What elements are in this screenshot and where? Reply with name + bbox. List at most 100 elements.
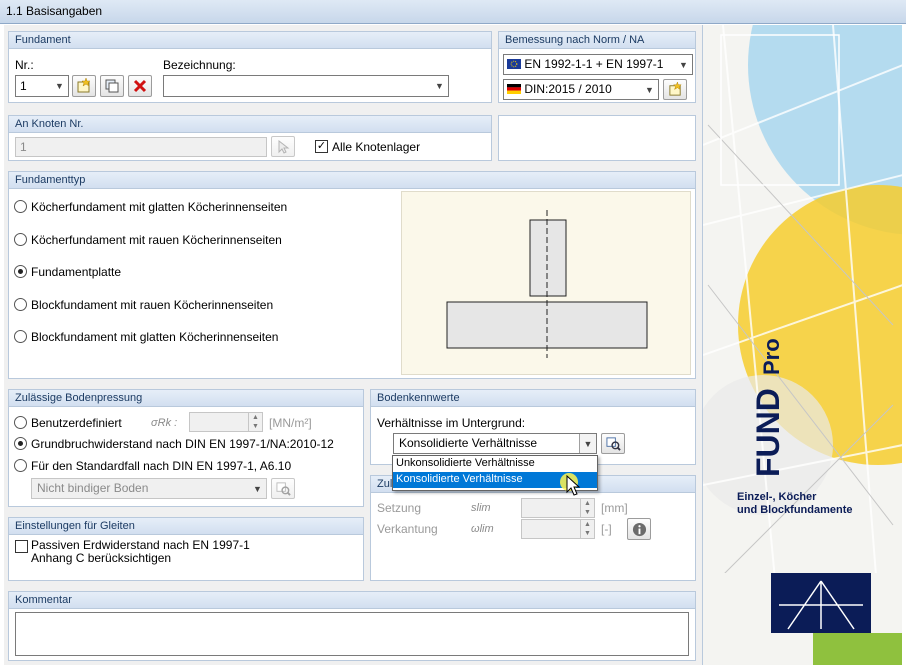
boden-value: Nicht bindiger Boden: [37, 481, 149, 495]
user-defined-label: Benutzerdefiniert: [31, 416, 122, 430]
main-content: Fundament Nr.: 1 ▼ Bezeichnung: ▼ Bemess…: [4, 25, 902, 665]
bezeichnung-label: Bezeichnung:: [163, 58, 236, 72]
bodenpressung-header: Zulässige Bodenpressung: [9, 390, 363, 407]
boden-details-button[interactable]: [271, 478, 295, 499]
bezeichnung-select[interactable]: ▼: [163, 75, 449, 97]
chevron-down-icon[interactable]: ▼: [249, 479, 266, 498]
chevron-down-icon[interactable]: ▼: [641, 80, 658, 99]
nr-label: Nr.:: [15, 58, 34, 72]
passive-earth-checkbox[interactable]: [15, 540, 28, 553]
fund-pro-logo: FUND Pro: [750, 338, 786, 477]
fundamenttyp-radio-2[interactable]: [14, 265, 27, 278]
chevron-down-icon[interactable]: ▼: [431, 76, 448, 96]
standardfall-label: Für den Standardfall nach DIN EN 1997-1,…: [31, 459, 292, 473]
all-nodes-checkbox[interactable]: ✓: [315, 140, 328, 153]
window-title: 1.1 Basisangaben: [0, 0, 906, 24]
eu-flag-icon: [507, 59, 521, 69]
bodenkennwerte-panel: Bodenkennwerte Verhältnisse im Untergrun…: [370, 389, 696, 465]
standard-value: EN 1992-1-1 + EN 1997-1: [524, 57, 664, 71]
fundament-header: Fundament: [9, 32, 491, 49]
kommentar-input[interactable]: [15, 612, 689, 656]
setzung-symbol: slim: [471, 502, 491, 514]
setzung-label: Setzung: [377, 501, 422, 515]
copy-icon: [105, 79, 119, 93]
standard-select[interactable]: EN 1992-1-1 + EN 1997-1 ▼: [503, 54, 693, 75]
foundation-preview: [401, 191, 691, 375]
brand-subtitle-1: Einzel-, Köcher: [737, 491, 817, 503]
annex-select[interactable]: DIN:2015 / 2010 ▼: [503, 79, 659, 100]
untergrund-details-button[interactable]: [601, 433, 625, 454]
norm-panel: Bemessung nach Norm / NA EN 1992-1-1 + E…: [498, 31, 696, 103]
user-defined-radio[interactable]: [14, 416, 27, 429]
sigma-rk-input[interactable]: ▲ ▼: [189, 412, 263, 432]
fundamenttyp-header: Fundamenttyp: [9, 172, 695, 189]
nr-value: 1: [20, 79, 27, 93]
info-button[interactable]: [627, 518, 651, 540]
verkantung-input[interactable]: ▲ ▼: [521, 519, 595, 539]
delete-icon: [133, 79, 147, 93]
fundamenttyp-label-2: Fundamentplatte: [31, 265, 122, 279]
magnifier-table-icon: [605, 437, 621, 451]
verkantung-symbol: ωlim: [471, 523, 494, 535]
fund-pro-brand-panel: FUND Pro Einzel-, Köcher und Blockfundam…: [702, 25, 902, 665]
knoten-input[interactable]: 1: [15, 137, 267, 157]
brand-subtitle: Einzel-, Köcher und Blockfundamente: [737, 491, 853, 517]
kommentar-panel: Kommentar: [8, 591, 696, 661]
fundamenttyp-panel: Fundamenttyp Köcherfundament mit glatten…: [8, 171, 696, 379]
empty-panel: [498, 115, 696, 161]
bodenpressung-panel: Zulässige Bodenpressung Benutzerdefinier…: [8, 389, 364, 507]
bodenkennwerte-header: Bodenkennwerte: [371, 390, 695, 407]
standardfall-radio[interactable]: [14, 459, 27, 472]
spinner-arrows-icon[interactable]: ▲ ▼: [580, 520, 594, 538]
spinner-arrows-icon[interactable]: ▲ ▼: [580, 499, 594, 517]
new-foundation-button[interactable]: [72, 75, 96, 97]
passive-earth-label-1: Passiven Erdwiderstand nach EN 1997-1: [31, 538, 250, 552]
info-icon: [632, 522, 646, 536]
fundamenttyp-label-0: Köcherfundament mit glatten Köcherinnens…: [31, 200, 288, 214]
chevron-down-icon[interactable]: ▼: [675, 55, 692, 74]
fundamenttyp-label-1: Köcherfundament mit rauen Köcherinnensei…: [31, 232, 282, 247]
untergrund-label: Verhältnisse im Untergrund:: [377, 416, 526, 430]
brand-title-pro: Pro: [759, 338, 784, 375]
grundbruch-radio[interactable]: [14, 437, 27, 450]
knoten-panel: An Knoten Nr. 1 ✓ Alle Knotenlager: [8, 115, 492, 161]
fundamenttyp-label-3: Blockfundament mit rauen Köcherinnenseit…: [31, 297, 274, 312]
untergrund-value: Konsolidierte Verhältnisse: [399, 436, 538, 450]
sigma-rk-symbol: σRk :: [151, 417, 178, 429]
fundamenttyp-label-4: Blockfundament mit glatten Köcherinnense…: [31, 330, 279, 344]
nr-select[interactable]: 1 ▼: [15, 75, 69, 97]
verkantung-unit: [-]: [601, 522, 612, 536]
cursor-pick-icon: [278, 139, 290, 154]
setzung-input[interactable]: ▲ ▼: [521, 498, 595, 518]
all-nodes-label: Alle Knotenlager: [332, 140, 421, 154]
sigma-rk-unit: [MN/m²]: [269, 416, 312, 430]
untergrund-select[interactable]: Konsolidierte Verhältnisse ▼: [393, 433, 597, 454]
copy-foundation-button[interactable]: [100, 75, 124, 97]
new-annex-button[interactable]: [663, 79, 687, 100]
gleiten-header: Einstellungen für Gleiten: [9, 518, 363, 535]
new-item-icon: [77, 78, 91, 93]
fundamenttyp-radio-1[interactable]: [14, 232, 27, 246]
setzung-unit: [mm]: [601, 501, 628, 515]
kommentar-header: Kommentar: [9, 592, 695, 609]
annex-value: DIN:2015 / 2010: [524, 82, 612, 96]
verkantung-label: Verkantung: [377, 522, 438, 536]
chevron-down-icon[interactable]: ▼: [579, 434, 596, 453]
de-flag-icon: [507, 84, 521, 94]
fundamenttyp-radio-3[interactable]: [14, 297, 27, 311]
brand-title-main: FUND: [750, 388, 786, 477]
knoten-header: An Knoten Nr.: [9, 116, 491, 133]
brand-subtitle-2: und Blockfundamente: [737, 504, 853, 516]
fundamenttyp-radio-0[interactable]: [14, 200, 27, 213]
spinner-arrows-icon[interactable]: ▲ ▼: [248, 413, 262, 431]
gleiten-panel: Einstellungen für Gleiten Passiven Erdwi…: [8, 517, 364, 581]
boden-select[interactable]: Nicht bindiger Boden ▼: [31, 478, 267, 499]
grundbruch-label: Grundbruchwiderstand nach DIN EN 1997-1/…: [31, 437, 334, 451]
delete-foundation-button[interactable]: [128, 75, 152, 97]
norm-header: Bemessung nach Norm / NA: [499, 32, 695, 49]
fundamenttyp-radio-4[interactable]: [14, 330, 27, 343]
pick-node-button[interactable]: [271, 136, 295, 157]
mouse-cursor-icon: [560, 473, 581, 496]
chevron-down-icon[interactable]: ▼: [51, 76, 68, 96]
fundament-panel: Fundament Nr.: 1 ▼ Bezeichnung: ▼: [8, 31, 492, 103]
